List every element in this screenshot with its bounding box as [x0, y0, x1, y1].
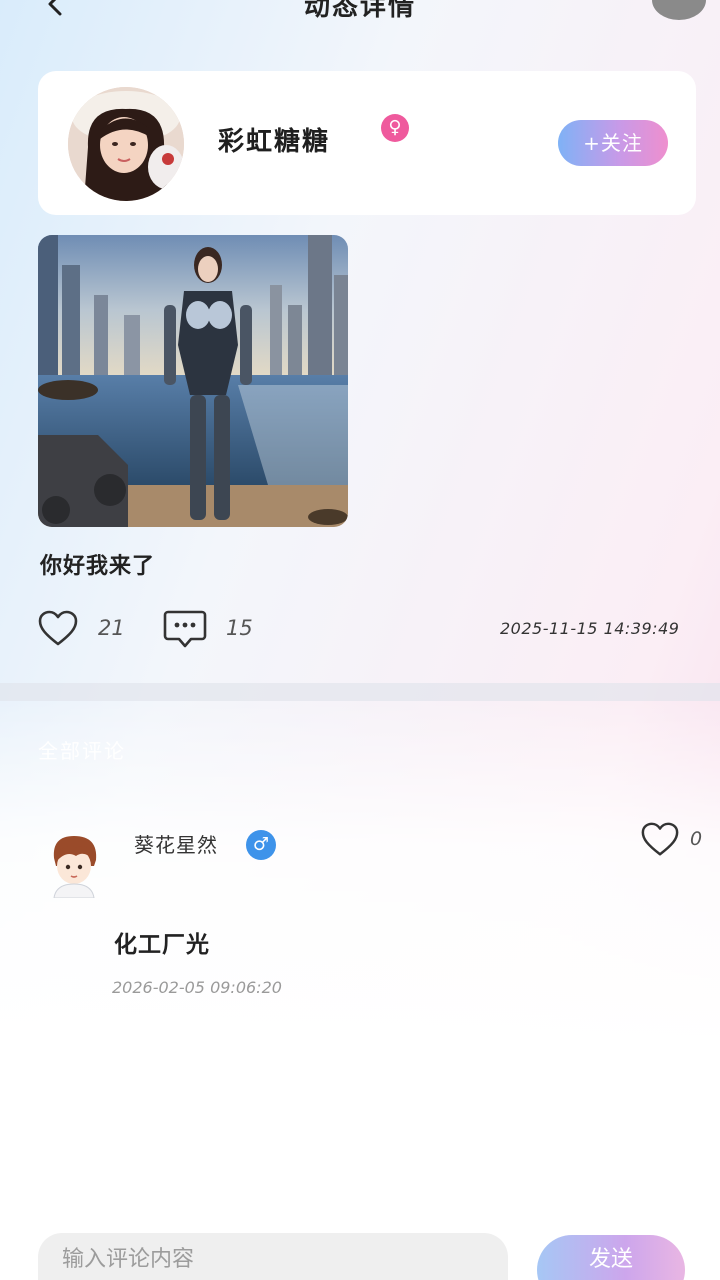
post-text: 你好我来了: [40, 553, 156, 579]
heart-icon[interactable]: [640, 820, 680, 860]
comments-section-title: 全部评论: [38, 739, 126, 763]
follow-button[interactable]: +关注: [558, 120, 668, 166]
comment-like-count: 0: [690, 828, 703, 850]
post-image[interactable]: [38, 235, 348, 527]
author-name[interactable]: 彩虹糖糖: [218, 121, 330, 158]
comment-count: 15: [226, 616, 253, 640]
comment-input[interactable]: [38, 1233, 508, 1280]
commenter-avatar[interactable]: [46, 832, 102, 899]
author-card: 彩虹糖糖 ♀ +关注: [38, 71, 696, 215]
comment-bubble-icon[interactable]: [163, 608, 207, 650]
author-avatar[interactable]: [68, 87, 184, 201]
page-background: [0, 700, 720, 1280]
send-button[interactable]: 发送: [537, 1235, 685, 1280]
female-gender-icon: ♀: [381, 114, 409, 142]
comment-text: 化工厂光: [114, 931, 210, 958]
comment-timestamp: 2026-02-05 09:06:20: [112, 978, 282, 997]
heart-icon[interactable]: [37, 608, 79, 650]
section-divider: [0, 683, 720, 701]
page-title: 动态详情: [303, 0, 416, 22]
male-gender-icon: ♂: [246, 830, 276, 860]
top-bar: 动态详情: [0, 0, 720, 30]
post-timestamp: 2025-11-15 14:39:49: [500, 619, 680, 638]
commenter-name[interactable]: 葵花星然: [134, 829, 218, 858]
like-count: 21: [98, 616, 125, 640]
